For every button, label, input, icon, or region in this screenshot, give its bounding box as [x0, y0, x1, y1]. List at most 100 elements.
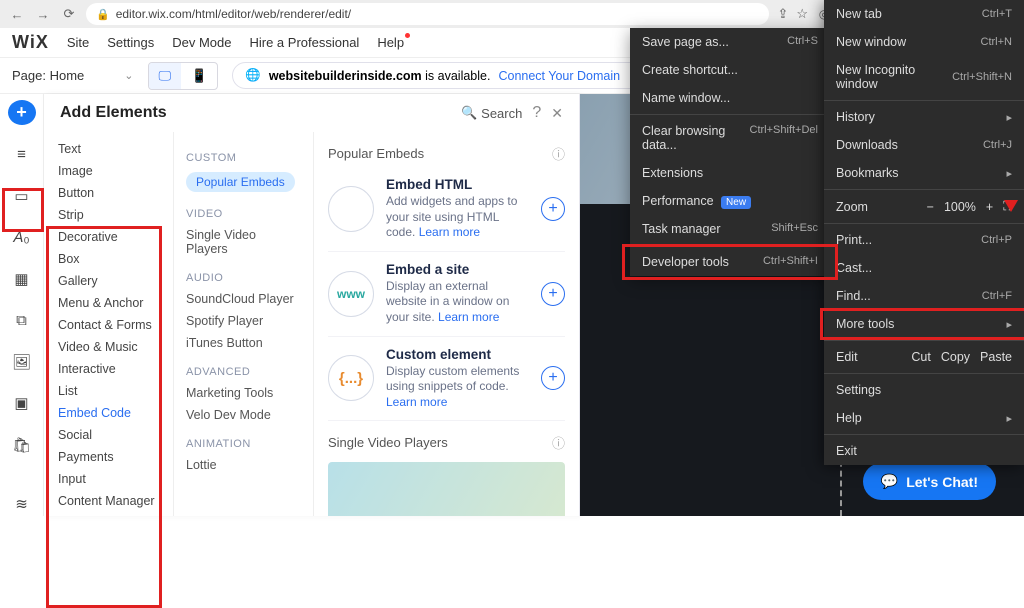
add-button[interactable]: +: [8, 100, 36, 125]
ctx-item[interactable]: Save page as...Ctrl+S: [630, 28, 830, 56]
category-decorative[interactable]: Decorative: [44, 226, 173, 248]
category-button[interactable]: Button: [44, 182, 173, 204]
apps-icon[interactable]: ▦: [9, 267, 35, 290]
category-list[interactable]: List: [44, 380, 173, 402]
chrome-item[interactable]: Bookmarks▸: [824, 159, 1024, 187]
menu-help[interactable]: Help: [377, 35, 404, 50]
add-embed-button[interactable]: +: [541, 366, 565, 390]
menu-settings[interactable]: Settings: [107, 35, 154, 50]
category-strip[interactable]: Strip: [44, 204, 173, 226]
chat-button[interactable]: 💬 Let's Chat!: [863, 463, 996, 500]
ctx-item[interactable]: Performance New: [630, 187, 830, 215]
subgroup-item[interactable]: SoundCloud Player: [174, 288, 313, 310]
category-embed-code[interactable]: Embed Code: [44, 402, 173, 424]
embed-icon: www: [328, 271, 374, 317]
embed-title: Custom element: [386, 347, 529, 362]
ctx-item[interactable]: Create shortcut...: [630, 56, 830, 84]
subgroup-item[interactable]: Popular Embeds: [174, 168, 313, 196]
category-payments[interactable]: Payments: [44, 446, 173, 468]
pages-icon[interactable]: ▭: [9, 185, 35, 208]
learn-more-link[interactable]: Learn more: [386, 395, 447, 409]
ctx-item[interactable]: Clear browsing data...Ctrl+Shift+Del: [630, 117, 830, 159]
cms-icon[interactable]: ▣: [9, 392, 35, 415]
subgroup-item[interactable]: Marketing Tools: [174, 382, 313, 404]
chrome-item[interactable]: Find...Ctrl+F: [824, 282, 1024, 310]
video-preview[interactable]: [328, 462, 565, 516]
category-social[interactable]: Social: [44, 424, 173, 446]
subgroup-header: CUSTOM: [174, 148, 313, 168]
chrome-item[interactable]: Help▸: [824, 404, 1024, 432]
category-menu-anchor[interactable]: Menu & Anchor: [44, 292, 173, 314]
category-blog[interactable]: Blog: [44, 512, 173, 516]
chrome-item[interactable]: New windowCtrl+N: [824, 28, 1024, 56]
chrome-item[interactable]: Cast...: [824, 254, 1024, 282]
layers-icon[interactable]: ≋: [9, 493, 35, 516]
chevron-down-icon: ⌄: [124, 69, 133, 82]
embed-desc: Display an external website in a window …: [386, 279, 529, 326]
wix-logo[interactable]: WiX: [12, 32, 49, 53]
category-input[interactable]: Input: [44, 468, 173, 490]
chrome-item[interactable]: Zoom−100%+⛶: [824, 192, 1024, 221]
learn-more-link[interactable]: Learn more: [419, 225, 480, 239]
help-icon[interactable]: ?: [532, 104, 541, 122]
chrome-item[interactable]: Settings: [824, 376, 1024, 404]
ctx-item[interactable]: Extensions: [630, 159, 830, 187]
add-section-icon[interactable]: ⧉: [9, 309, 35, 332]
chrome-item[interactable]: History▸: [824, 103, 1024, 131]
info-icon[interactable]: ⓘ: [552, 433, 565, 452]
info-icon[interactable]: ⓘ: [552, 144, 565, 163]
category-interactive[interactable]: Interactive: [44, 358, 173, 380]
embed-item: {...} Custom element Display custom elem…: [328, 337, 565, 422]
add-embed-button[interactable]: +: [541, 197, 565, 221]
learn-more-link[interactable]: Learn more: [438, 310, 499, 324]
subgroup-item[interactable]: Single Video Players: [174, 224, 313, 260]
globe-icon: 🌐: [245, 68, 261, 83]
category-text[interactable]: Text: [44, 138, 173, 160]
chrome-item[interactable]: Exit: [824, 437, 1024, 465]
category-contact-forms[interactable]: Contact & Forms: [44, 314, 173, 336]
ctx-item[interactable]: Developer toolsCtrl+Shift+I: [630, 248, 830, 276]
subgroup-item[interactable]: Lottie: [174, 454, 313, 476]
chrome-item[interactable]: New tabCtrl+T: [824, 0, 1024, 28]
chrome-item[interactable]: More tools▸: [824, 310, 1024, 338]
url-text: editor.wix.com/html/editor/web/renderer/…: [116, 7, 351, 21]
chrome-item[interactable]: EditCutCopyPaste: [824, 343, 1024, 371]
category-content-manager[interactable]: Content Manager: [44, 490, 173, 512]
menu-site[interactable]: Site: [67, 35, 89, 50]
mobile-icon[interactable]: 📱: [181, 63, 217, 89]
chrome-item[interactable]: Print...Ctrl+P: [824, 226, 1024, 254]
subgroup-header: VIDEO: [174, 204, 313, 224]
subgroup-item[interactable]: iTunes Button: [174, 332, 313, 354]
embed-desc: Display custom elements using snippets o…: [386, 364, 529, 411]
address-bar[interactable]: 🔒 editor.wix.com/html/editor/web/rendere…: [86, 3, 769, 25]
page-selector[interactable]: Page: Home ⌄: [12, 68, 134, 83]
connect-domain-link[interactable]: Connect Your Domain: [498, 69, 620, 83]
category-box[interactable]: Box: [44, 248, 173, 270]
back-icon[interactable]: ←: [8, 7, 26, 22]
star-icon[interactable]: ☆: [796, 6, 808, 22]
business-icon[interactable]: 🛍: [9, 433, 35, 456]
design-icon[interactable]: A₀: [9, 226, 35, 249]
ctx-item[interactable]: Name window...: [630, 84, 830, 112]
close-icon[interactable]: ✕: [551, 105, 563, 122]
forward-icon[interactable]: →: [34, 7, 52, 22]
menu-dev[interactable]: Dev Mode: [172, 35, 231, 50]
desktop-icon[interactable]: 🖵: [149, 63, 182, 89]
share-icon[interactable]: ⇪: [777, 6, 788, 22]
media-icon[interactable]: 🖼: [9, 350, 35, 373]
section-icon[interactable]: ≡: [9, 143, 35, 166]
category-gallery[interactable]: Gallery: [44, 270, 173, 292]
panel-search[interactable]: 🔍 Search: [461, 105, 522, 121]
add-embed-button[interactable]: +: [541, 282, 565, 306]
subgroup-item[interactable]: Velo Dev Mode: [174, 404, 313, 426]
ctx-item[interactable]: Task managerShift+Esc: [630, 215, 830, 243]
category-image[interactable]: Image: [44, 160, 173, 182]
menu-hire[interactable]: Hire a Professional: [249, 35, 359, 50]
chrome-item[interactable]: DownloadsCtrl+J: [824, 131, 1024, 159]
embed-title: Embed a site: [386, 262, 529, 277]
category-video-music[interactable]: Video & Music: [44, 336, 173, 358]
panel-title: Add Elements: [60, 104, 451, 122]
subgroup-item[interactable]: Spotify Player: [174, 310, 313, 332]
reload-icon[interactable]: ⟳: [60, 6, 78, 22]
chrome-item[interactable]: New Incognito windowCtrl+Shift+N: [824, 56, 1024, 98]
